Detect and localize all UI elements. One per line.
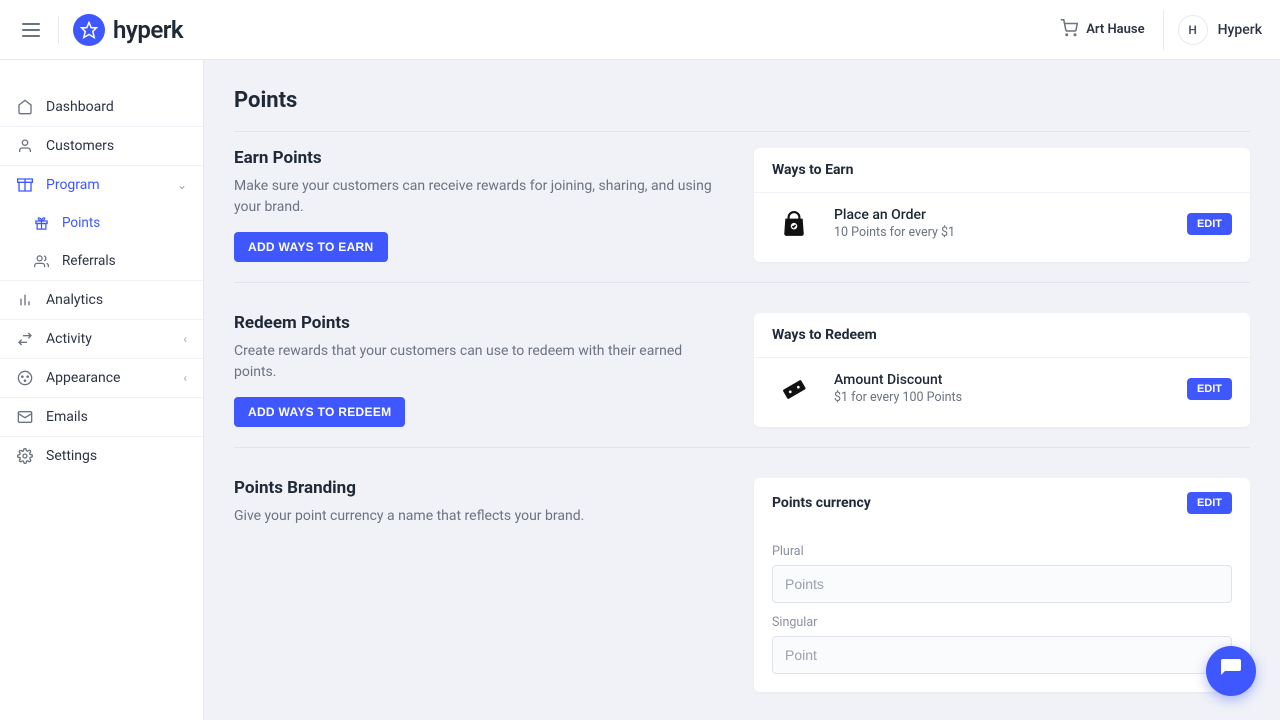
topbar-left: hyperk [18, 14, 183, 46]
avatar: H [1178, 15, 1208, 45]
star-icon [73, 14, 105, 46]
shopping-bag-icon [772, 210, 816, 238]
add-ways-to-redeem-button[interactable]: ADD WAYS TO REDEEM [234, 397, 405, 427]
box-icon [16, 176, 34, 194]
logo[interactable]: hyperk [73, 14, 183, 46]
points-currency-card: Points currency EDIT Plural Singular [754, 478, 1250, 692]
redeem-desc: Create rewards that your customers can u… [234, 341, 714, 383]
section-earn-points: Earn Points Make sure your customers can… [234, 148, 1250, 283]
ways-to-redeem-header: Ways to Redeem [754, 313, 1250, 357]
coupon-icon [772, 375, 816, 403]
redeem-title: Redeem Points [234, 313, 714, 333]
sidebar-item-appearance[interactable]: Appearance ‹ [0, 359, 203, 397]
sidebar-item-emails[interactable]: Emails [0, 398, 203, 436]
sidebar-item-activity[interactable]: Activity ‹ [0, 320, 203, 358]
brand-name: hyperk [113, 16, 183, 44]
points-currency-title: Points currency [772, 495, 871, 511]
edit-redeem-rule-button[interactable]: EDIT [1187, 378, 1232, 400]
user-icon [16, 137, 34, 155]
menu-toggle-button[interactable] [18, 19, 44, 41]
singular-label: Singular [772, 615, 1232, 630]
redeem-rule-title: Amount Discount [834, 372, 1169, 388]
gear-icon [16, 447, 34, 465]
chevron-left-icon: ‹ [183, 332, 187, 346]
chevron-left-icon: ‹ [183, 371, 187, 385]
earn-title: Earn Points [234, 148, 714, 168]
ways-to-redeem-card: Ways to Redeem Amount Discount $1 for ev… [754, 313, 1250, 427]
sidebar-item-points[interactable]: Points [0, 204, 203, 242]
edit-points-currency-button[interactable]: EDIT [1187, 492, 1232, 514]
account-menu[interactable]: H Hyperk [1163, 10, 1262, 50]
page-title: Points [234, 88, 1250, 113]
cart-icon [1060, 19, 1078, 41]
earn-desc: Make sure your customers can receive rew… [234, 176, 714, 218]
palette-icon [16, 369, 34, 387]
divider [234, 131, 1250, 132]
store-link[interactable]: Art Hause [1060, 19, 1144, 41]
bar-chart-icon [16, 291, 34, 309]
add-ways-to-earn-button[interactable]: ADD WAYS TO EARN [234, 232, 388, 262]
plural-input[interactable] [772, 565, 1232, 603]
topbar-right: Art Hause H Hyperk [1060, 10, 1262, 50]
chevron-down-icon: ⌄ [177, 178, 187, 192]
account-name: Hyperk [1218, 22, 1262, 38]
singular-input[interactable] [772, 636, 1232, 674]
ways-to-earn-header: Ways to Earn [754, 148, 1250, 192]
sidebar-item-program[interactable]: Program ⌄ [0, 166, 203, 204]
gift-icon [32, 214, 50, 232]
mail-icon [16, 408, 34, 426]
sidebar-item-settings[interactable]: Settings [0, 437, 203, 475]
separator [58, 16, 59, 44]
sidebar-item-analytics[interactable]: Analytics [0, 281, 203, 319]
activity-icon [16, 330, 34, 348]
section-redeem-points: Redeem Points Create rewards that your c… [234, 313, 1250, 448]
chat-fab[interactable] [1206, 646, 1256, 696]
sidebar-item-referrals[interactable]: Referrals [0, 242, 203, 280]
section-points-branding: Points Branding Give your point currency… [234, 478, 1250, 712]
sidebar-item-dashboard[interactable]: Dashboard [0, 88, 203, 126]
branding-desc: Give your point currency a name that ref… [234, 506, 714, 527]
home-icon [16, 98, 34, 116]
users-icon [32, 252, 50, 270]
chat-icon [1219, 657, 1243, 685]
sidebar: Dashboard Customers Program ⌄ Points Ref… [0, 60, 204, 720]
redeem-rule-row: Amount Discount $1 for every 100 Points … [754, 357, 1250, 419]
sidebar-item-customers[interactable]: Customers [0, 127, 203, 165]
ways-to-earn-card: Ways to Earn Place an Order 10 Points fo… [754, 148, 1250, 262]
topbar: hyperk Art Hause H Hyperk [0, 0, 1280, 60]
store-name: Art Hause [1086, 22, 1144, 37]
branding-title: Points Branding [234, 478, 714, 498]
earn-rule-title: Place an Order [834, 207, 1169, 223]
plural-label: Plural [772, 544, 1232, 559]
main-content: Points Earn Points Make sure your custom… [204, 60, 1280, 720]
edit-earn-rule-button[interactable]: EDIT [1187, 213, 1232, 235]
earn-rule-sub: 10 Points for every $1 [834, 225, 1169, 240]
redeem-rule-sub: $1 for every 100 Points [834, 390, 1169, 405]
earn-rule-row: Place an Order 10 Points for every $1 ED… [754, 192, 1250, 254]
